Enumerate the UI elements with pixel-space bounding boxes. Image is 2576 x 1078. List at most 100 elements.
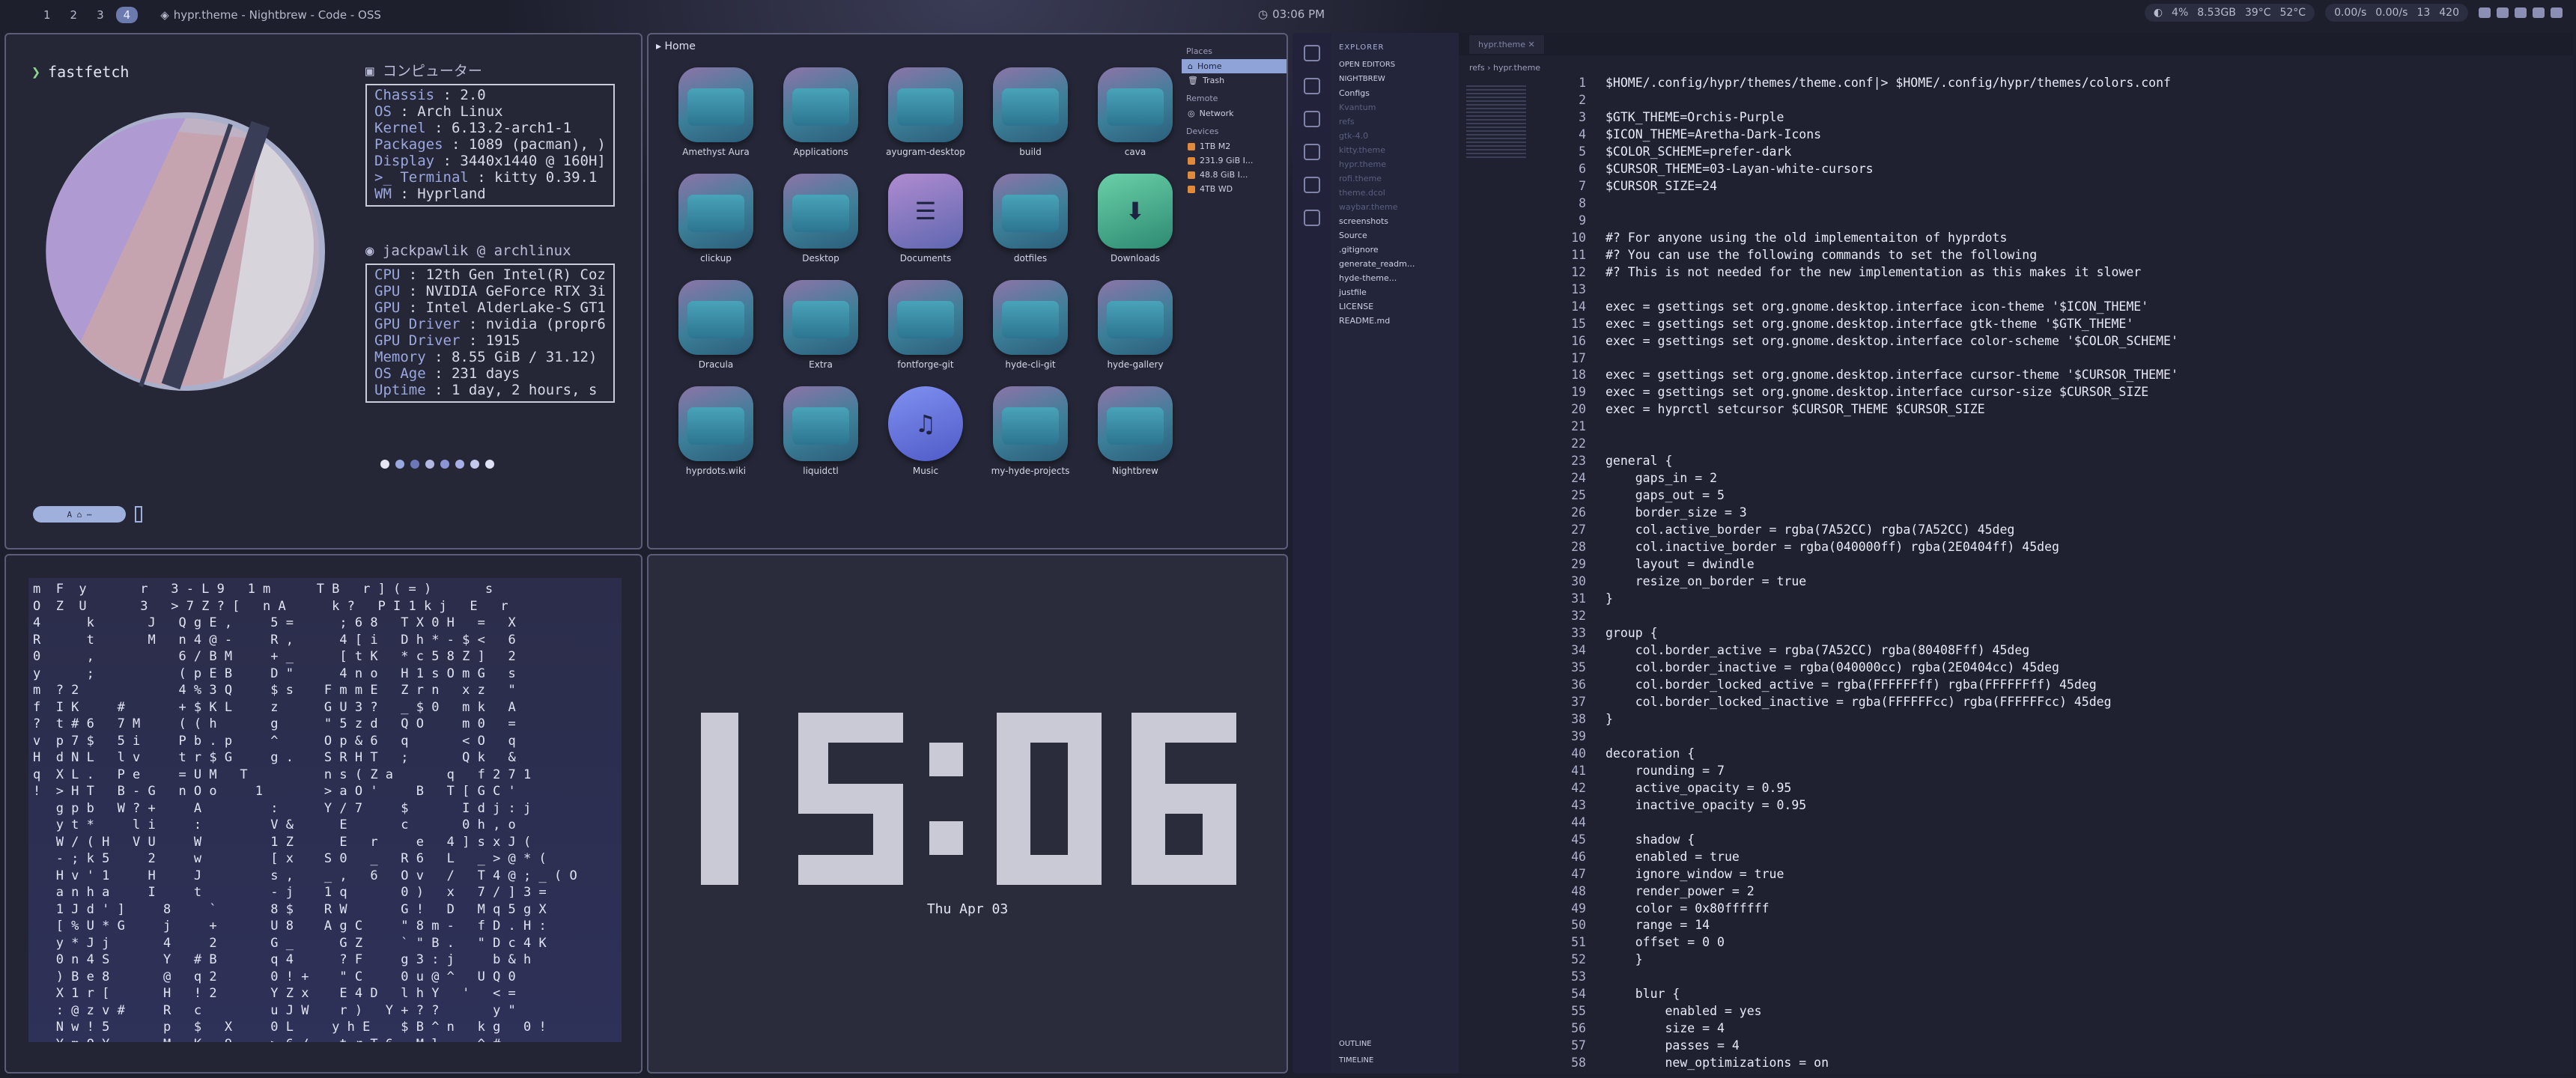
folder-item[interactable]: ♫ Music [873, 386, 978, 476]
drive-icon [1188, 171, 1195, 179]
tray-icon[interactable] [2479, 7, 2491, 18]
info-row: GPU Driver : nvidia (propr6 [374, 316, 606, 332]
tree-item[interactable]: justfile [1331, 285, 1459, 299]
folder-item[interactable]: Amethyst Aura [663, 67, 768, 157]
test-icon[interactable] [1304, 210, 1320, 226]
tree-item[interactable]: gtk-4.0 [1331, 129, 1459, 143]
terminal-matrix[interactable]: m F y r 3 - L 9 1 m T B r ] ( = ) s O Z … [4, 554, 643, 1074]
tree-item-label: refs [1339, 117, 1355, 127]
folder-item[interactable]: Extra [768, 280, 873, 370]
network-stats[interactable]: 0.00/s 0.00/s 13 420 [2325, 4, 2468, 22]
breadcrumb[interactable]: refs › hypr.theme [1469, 63, 1540, 73]
workspace-button[interactable]: 1 [36, 7, 58, 23]
files-icon[interactable] [1304, 45, 1320, 61]
code-editor-window[interactable]: EXPLORER OPEN EDITORS NIGHTBREW Configs K… [1292, 33, 2573, 1074]
code-line: 24 gaps_in = 2 [1526, 470, 2573, 487]
code-line: 35 col.border_inactive = rgba(040000cc) … [1526, 660, 2573, 677]
tree-item[interactable]: Source [1331, 228, 1459, 243]
tray-icon[interactable] [2515, 7, 2527, 18]
folder-item[interactable]: Applications [768, 67, 873, 157]
folder-label: ayugram-desktop [886, 147, 965, 157]
folder-icon [678, 386, 753, 461]
workspace-button[interactable]: 2 [63, 7, 85, 23]
folder-icon [993, 280, 1068, 355]
tray-icon[interactable] [2497, 7, 2509, 18]
system-stats[interactable]: ◐ 4% 8.53GB 39°C 52°C [2144, 4, 2315, 22]
folder-item[interactable]: ⬇ Downloads [1083, 174, 1188, 264]
search-icon[interactable] [1304, 78, 1320, 94]
folder-item[interactable]: cava [1083, 67, 1188, 157]
terminal-fastfetch[interactable]: ❯ fastfetch ▣ コンピューター Chassis : 2.0 OS : A… [4, 33, 643, 549]
folder-item[interactable]: fontforge-git [873, 280, 978, 370]
drive-icon [1188, 185, 1195, 193]
folder-item[interactable]: Desktop [768, 174, 873, 264]
folder-item[interactable]: Dracula [663, 280, 768, 370]
place-trash[interactable]: 🗑 Trash [1182, 73, 1287, 88]
folder-item[interactable]: ayugram-desktop [873, 67, 978, 157]
place-home[interactable]: ⌂ Home [1182, 59, 1287, 73]
tree-item[interactable]: LICENSE [1331, 299, 1459, 314]
bar-clock[interactable]: ◷ 03:06 PM [1258, 7, 1325, 21]
tree-item[interactable]: waybar.theme [1331, 200, 1459, 214]
minimap[interactable] [1466, 85, 1526, 160]
workspace-button[interactable]: 3 [89, 7, 112, 23]
tray-icon[interactable] [2533, 7, 2545, 18]
info-key: OS [374, 103, 401, 120]
source-control-icon[interactable] [1304, 111, 1320, 127]
drive-icon [1188, 156, 1195, 165]
path-bar[interactable]: ▸ Home [656, 40, 696, 52]
line-number: 6 [1579, 161, 1586, 176]
open-editors-section[interactable]: OPEN EDITORS [1331, 58, 1459, 72]
editor-area[interactable]: hypr.theme ✕ refs › hypr.theme 1 $HOME/.c… [1459, 33, 2573, 1074]
folder-item[interactable]: my-hyde-projects [978, 386, 1083, 476]
tree-item[interactable]: kitty.theme [1331, 143, 1459, 157]
folder-item[interactable]: liquidctl [768, 386, 873, 476]
line-text: rounding = 7 [1606, 763, 1725, 778]
tree-item[interactable]: rofi.theme [1331, 171, 1459, 186]
debug-icon[interactable] [1304, 144, 1320, 160]
tree-item[interactable]: Kvantum [1331, 100, 1459, 115]
code-content[interactable]: 1 $HOME/.config/hypr/themes/theme.conf|> … [1526, 75, 2573, 1072]
place-network[interactable]: ◎ Network [1182, 106, 1287, 121]
tree-item[interactable]: .gitignore [1331, 243, 1459, 257]
info-key: OS Age [374, 365, 435, 382]
folder-label: Desktop [802, 253, 839, 264]
tree-item[interactable]: screenshots [1331, 214, 1459, 228]
folder-item[interactable]: Nightbrew [1083, 386, 1188, 476]
workspace-button[interactable]: 4 [115, 7, 139, 23]
line-number: 55 [1571, 1004, 1586, 1019]
device-item[interactable]: 1TB M2 [1182, 139, 1287, 153]
folder-item[interactable]: clickup [663, 174, 768, 264]
folder-item[interactable]: build [978, 67, 1083, 157]
power-icon[interactable] [2551, 7, 2563, 18]
tree-item[interactable]: README.md [1331, 314, 1459, 328]
folder-item[interactable]: ☰ Documents [873, 174, 978, 264]
close-icon[interactable]: ✕ [1528, 40, 1535, 49]
folder-item[interactable]: hyprdots.wiki [663, 386, 768, 476]
folder-item[interactable]: hyde-cli-git [978, 280, 1083, 370]
folder-item[interactable]: hyde-gallery [1083, 280, 1188, 370]
tree-item[interactable]: generate_readm... [1331, 257, 1459, 271]
file-manager[interactable]: ▸ Home Amethyst Aura Applications ayugram-… [647, 33, 1288, 549]
line-text: exec = hyprctl setcursor $CURSOR_THEME $… [1606, 402, 1985, 417]
device-item[interactable]: 48.8 GiB I... [1182, 168, 1287, 182]
terminal-clock[interactable]: Thu Apr 03 [647, 554, 1288, 1074]
line-text: exec = gsettings set org.gnome.desktop.i… [1606, 385, 2149, 400]
tab-hypr-theme[interactable]: hypr.theme ✕ [1469, 34, 1544, 54]
tree-item[interactable]: hypr.theme [1331, 157, 1459, 171]
tree-item[interactable]: Configs [1331, 86, 1459, 100]
device-item[interactable]: 4TB WD [1182, 182, 1287, 196]
folder-item[interactable]: dotfiles [978, 174, 1083, 264]
extensions-icon[interactable] [1304, 177, 1320, 193]
line-text: #? This is not needed for the new implem… [1606, 264, 2142, 279]
timeline-section[interactable]: TIMELINE [1339, 1053, 1451, 1069]
outline-section[interactable]: OUTLINE [1339, 1036, 1451, 1053]
tree-item[interactable]: refs [1331, 115, 1459, 129]
tree-item[interactable]: theme.dcol [1331, 186, 1459, 200]
info-value: : 231 days [434, 365, 520, 382]
line-number: 43 [1571, 797, 1586, 812]
device-item[interactable]: 231.9 GiB I... [1182, 153, 1287, 168]
workspace-root[interactable]: NIGHTBREW [1331, 72, 1459, 86]
tree-item[interactable]: hyde-theme... [1331, 271, 1459, 285]
volume-level: 13 [2416, 7, 2431, 19]
